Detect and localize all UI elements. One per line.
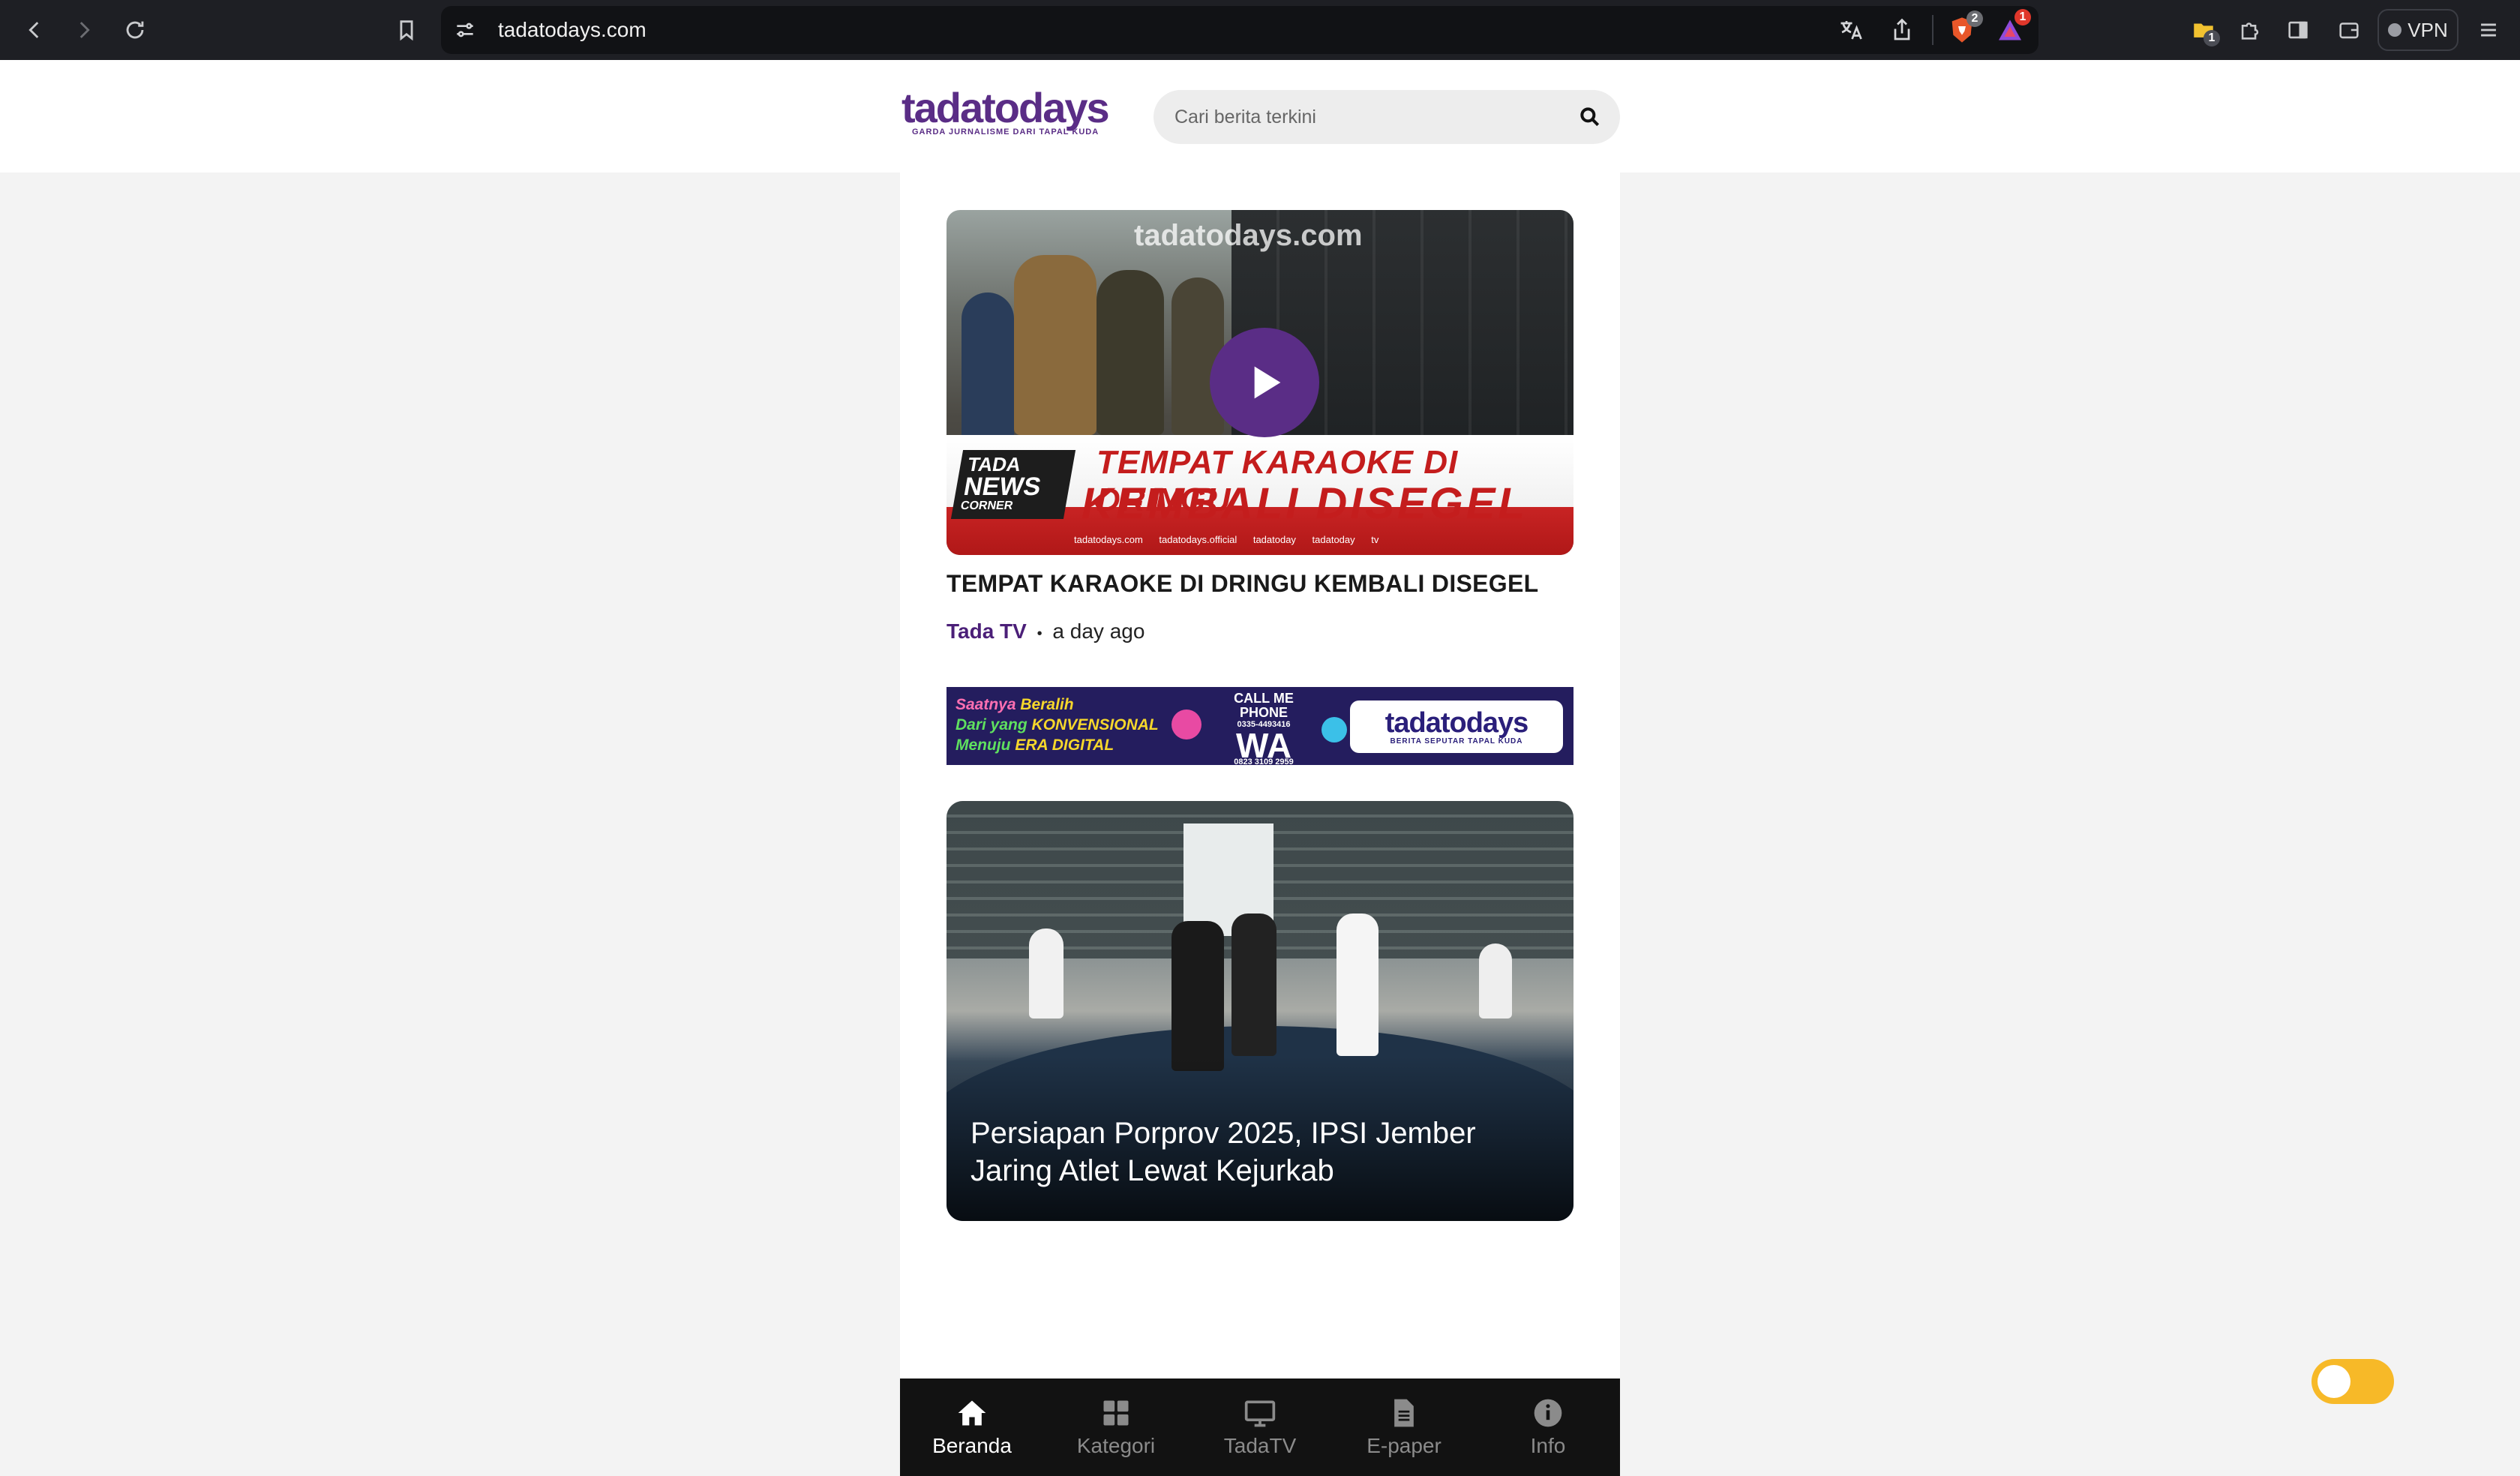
vpn-label: VPN [2408,18,2448,41]
ad-logo: tadatodays BERITA SEPUTAR TAPAL KUDA [1350,700,1563,753]
confetti-decoration [1322,717,1347,742]
wallet-button[interactable] [2331,12,2367,48]
banner-headline-2: KEMBALI DISEGEL [1082,479,1528,528]
reload-button[interactable] [117,12,153,48]
address-bar[interactable]: tadatodays.com 2 1 [441,6,2038,54]
play-icon [1254,366,1281,399]
ad-slogan: Saatnya Beralih Dari yang KONVENSIONAL M… [956,694,1159,755]
wallet-icon [2339,22,2359,39]
ad-logo-sub: BERITA SEPUTAR TAPAL KUDA [1390,736,1523,746]
chevron-right-icon [80,22,90,38]
search-input[interactable] [1174,90,1564,144]
ad-text: Dari yang [956,716,1028,734]
video-meta: Tada TV • a day ago [946,620,1144,644]
ad-phone-2: 0823 3109 2959 [1234,758,1294,765]
hamburger-icon [2481,23,2496,37]
sidebar-toggle-button[interactable] [2280,12,2316,48]
rewards-count-badge: 1 [2014,9,2031,26]
nav-item-kategori[interactable]: Kategori [1044,1378,1188,1476]
video-time: a day ago [1052,620,1145,643]
featured-image-figure [1029,928,1064,1018]
nav-label: TadaTV [1223,1434,1297,1457]
forward-button[interactable] [66,12,102,48]
nav-label: E-paper [1366,1434,1442,1457]
nav-label: Beranda [932,1434,1012,1457]
thumbnail-figure [962,292,1014,442]
puzzle-icon [2241,22,2259,40]
meta-separator: • [1036,626,1042,642]
share-icon[interactable] [1888,16,1916,44]
search-button[interactable] [1578,105,1602,129]
document-icon [1394,1399,1414,1427]
nav-item-tadatv[interactable]: TadaTV [1188,1378,1332,1476]
play-button[interactable] [1210,328,1319,437]
ad-text: Menuju [956,736,1011,754]
thumbnail-figure [1096,270,1164,435]
ad-text: Beralih [1020,696,1074,713]
menu-button[interactable] [2470,12,2506,48]
main-content: tadatodays.com TADA NEWS CORNER TEMPAT K… [900,172,1620,1378]
site-logo[interactable]: tadatodays GARDA JURNALISME DARI TAPAL K… [902,87,1124,140]
featured-article-title[interactable]: Persiapan Porprov 2025, IPSI Jember Jari… [970,1114,1510,1190]
ad-call-line1: CALL ME [1234,691,1294,706]
featured-image-figure [1232,914,1276,1056]
url-text: tadatodays.com [498,18,646,41]
featured-image-figure [1479,944,1512,1018]
video-title[interactable]: TEMPAT KARAOKE DI DRINGU KEMBALI DISEGEL [946,570,1574,598]
bookmark-button[interactable] [388,12,424,48]
toggle-knob [2318,1365,2350,1398]
banner-socials: tadatodays.com tadatodays.official tadat… [1074,534,1379,545]
search-icon [1580,107,1600,127]
bottom-nav: Beranda Kategori TadaTV E-paper Info [900,1378,1620,1476]
site-header: tadatodays GARDA JURNALISME DARI TAPAL K… [0,60,2520,172]
shields-count-badge: 2 [1966,10,1983,27]
translate-icon[interactable] [1838,16,1864,44]
thumbnail-figure [1014,255,1096,435]
video-category-link[interactable]: Tada TV [946,620,1027,643]
news-logo-line1: TADA [966,453,1023,476]
bookmark-icon [400,20,413,41]
sidebar-icon [2288,21,2308,39]
ad-contact: CALL ME PHONE 0335-4493416 WA 0823 3109 … [1208,691,1320,766]
site-settings-icon[interactable] [453,18,477,42]
featured-image-figure [1336,914,1378,1056]
ad-logo-text: tadatodays [1384,706,1529,739]
dark-mode-toggle[interactable] [2312,1359,2394,1404]
vpn-status-icon [2388,23,2402,37]
grid-icon [1103,1400,1129,1426]
nav-item-epaper[interactable]: E-paper [1332,1378,1476,1476]
vpn-button[interactable]: VPN [2378,9,2458,51]
nav-label: Info [1530,1434,1566,1457]
logo-text: tadatodays [902,84,1110,131]
nav-item-beranda[interactable]: Beranda [900,1378,1044,1476]
extension-count-badge: 1 [2204,30,2220,46]
separator [1932,15,1934,45]
ad-text: ERA DIGITAL [1015,736,1114,754]
news-logo-line2: NEWS [962,472,1043,501]
nav-item-info[interactable]: Info [1476,1378,1620,1476]
ad-call-line2: PHONE [1239,705,1288,720]
logo-tagline: GARDA JURNALISME DARI TAPAL KUDA [912,128,1100,136]
reload-icon [126,21,144,39]
ad-text: KONVENSIONAL [1031,716,1159,734]
confetti-decoration [1172,710,1202,740]
video-thumbnail[interactable]: tadatodays.com TADA NEWS CORNER TEMPAT K… [946,210,1574,555]
back-button[interactable] [16,12,52,48]
search-bar [1154,90,1620,144]
news-logo-line3: CORNER [959,500,1014,512]
thumbnail-watermark: tadatodays.com [1134,219,1363,252]
extensions-button[interactable] [2232,12,2268,48]
home-icon [958,1400,986,1426]
featured-image-figure [1172,921,1224,1071]
featured-article-card[interactable]: Persiapan Porprov 2025, IPSI Jember Jari… [946,801,1574,1221]
info-icon [1534,1399,1562,1427]
browser-toolbar: tadatodays.com 2 1 1 VPN [0,0,2520,60]
chevron-left-icon [28,22,39,38]
monitor-icon [1244,1400,1276,1427]
ad-banner[interactable]: Saatnya Beralih Dari yang KONVENSIONAL M… [946,687,1574,765]
ad-text: Saatnya [956,696,1016,713]
news-corner-logo: TADA NEWS CORNER [950,450,1076,519]
nav-label: Kategori [1076,1434,1156,1457]
